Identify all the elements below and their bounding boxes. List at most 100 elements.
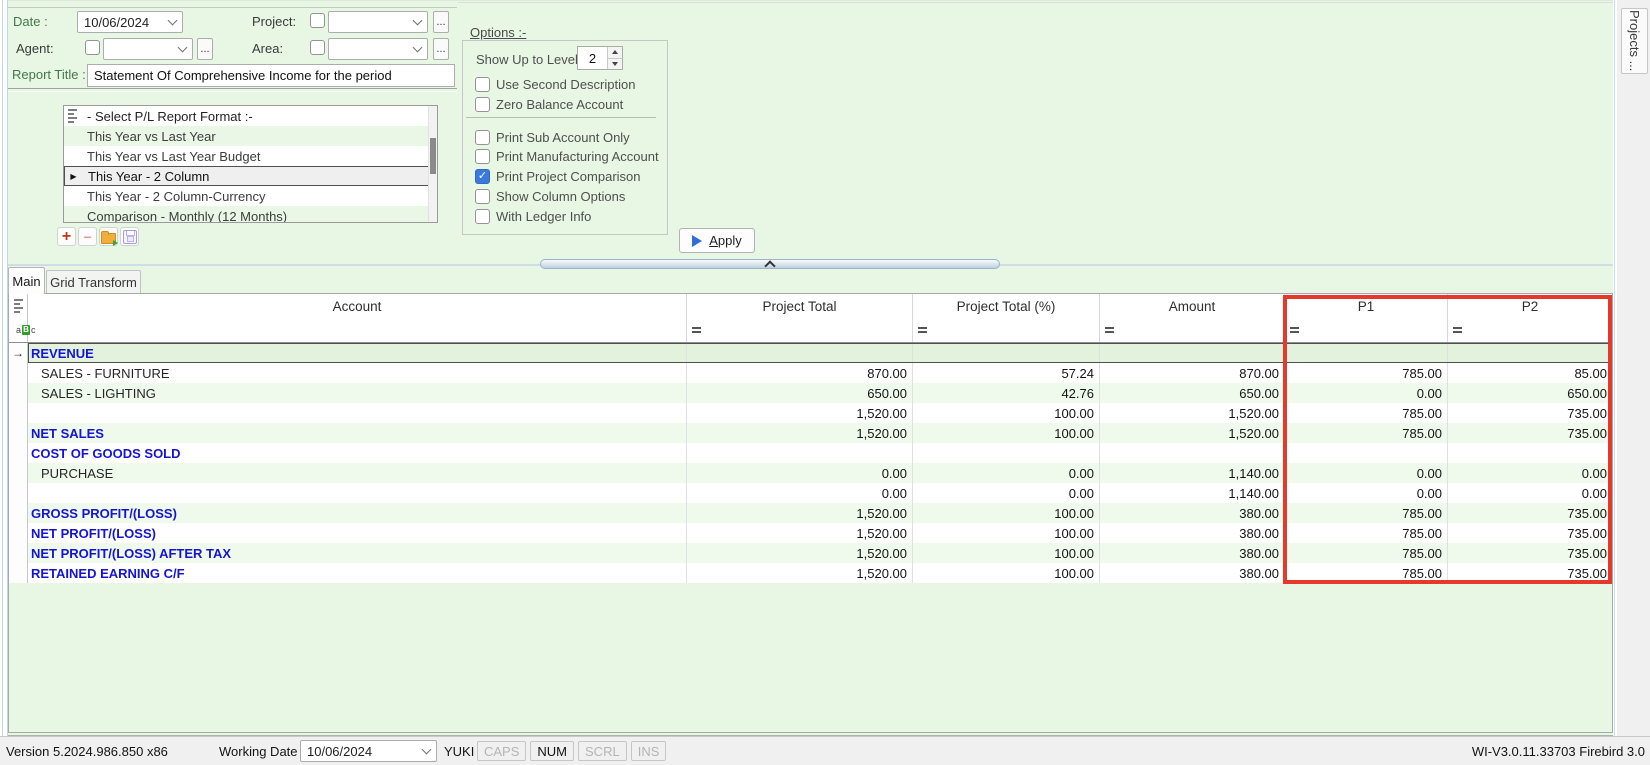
checkbox[interactable] xyxy=(475,77,490,92)
option-label[interactable]: Zero Balance Account xyxy=(496,97,623,112)
value-cell[interactable]: 0.00 xyxy=(687,463,913,483)
column-header-project-total-[interactable]: Project Total (%) xyxy=(913,294,1100,318)
checkbox[interactable] xyxy=(475,130,490,145)
option-label[interactable]: With Ledger Info xyxy=(496,209,591,224)
account-cell[interactable]: SALES - LIGHTING xyxy=(28,383,687,403)
value-cell[interactable]: 0.00 xyxy=(913,463,1100,483)
value-cell[interactable]: 100.00 xyxy=(913,503,1100,523)
table-row[interactable]: PURCHASE0.000.001,140.000.000.00 xyxy=(9,463,1612,483)
filter-cell[interactable] xyxy=(1448,318,1612,342)
value-cell[interactable]: 380.00 xyxy=(1100,543,1285,563)
value-cell[interactable]: 870.00 xyxy=(1100,363,1285,383)
spin-down-button[interactable] xyxy=(608,59,622,70)
value-cell[interactable] xyxy=(913,343,1100,363)
column-header-project-total[interactable]: Project Total xyxy=(687,294,913,318)
column-header-amount[interactable]: Amount xyxy=(1100,294,1285,318)
value-cell[interactable]: 650.00 xyxy=(687,383,913,403)
value-cell[interactable]: 735.00 xyxy=(1448,423,1612,443)
value-cell[interactable]: 100.00 xyxy=(913,563,1100,583)
format-list-item[interactable]: This Year - 2 Column-Currency xyxy=(64,186,437,206)
value-cell[interactable]: 1,140.00 xyxy=(1100,463,1285,483)
value-cell[interactable]: 380.00 xyxy=(1100,503,1285,523)
value-cell[interactable]: 735.00 xyxy=(1448,503,1612,523)
agent-select[interactable] xyxy=(103,38,193,60)
open-format-button[interactable] xyxy=(99,227,118,246)
value-cell[interactable]: 650.00 xyxy=(1448,383,1612,403)
value-cell[interactable]: 0.00 xyxy=(687,483,913,503)
value-cell[interactable]: 870.00 xyxy=(687,363,913,383)
filter-cell[interactable] xyxy=(28,318,687,342)
option-label[interactable]: Print Sub Account Only xyxy=(496,130,630,145)
value-cell[interactable]: 785.00 xyxy=(1285,423,1448,443)
filter-cell[interactable] xyxy=(913,318,1100,342)
table-row[interactable]: →REVENUE xyxy=(9,343,1612,363)
checkbox[interactable] xyxy=(475,189,490,204)
value-cell[interactable] xyxy=(913,443,1100,463)
value-cell[interactable] xyxy=(687,343,913,363)
agent-checkbox[interactable] xyxy=(85,40,100,55)
spin-up-button[interactable] xyxy=(608,47,622,59)
tab-main[interactable]: Main xyxy=(8,267,45,294)
value-cell[interactable]: 1,520.00 xyxy=(687,563,913,583)
table-row[interactable]: NET SALES1,520.00100.001,520.00785.00735… xyxy=(9,423,1612,443)
filter-equals-icon[interactable] xyxy=(692,327,701,333)
project-select[interactable] xyxy=(328,11,428,33)
format-list-item[interactable]: Comparison - Monthly (12 Months) xyxy=(64,206,437,223)
checkbox[interactable] xyxy=(475,209,490,224)
value-cell[interactable]: 785.00 xyxy=(1285,403,1448,423)
account-cell[interactable]: NET SALES xyxy=(28,423,687,443)
table-row[interactable]: SALES - FURNITURE870.0057.24870.00785.00… xyxy=(9,363,1612,383)
value-cell[interactable]: 1,520.00 xyxy=(687,543,913,563)
table-row[interactable]: NET PROFIT/(LOSS)1,520.00100.00380.00785… xyxy=(9,523,1612,543)
value-cell[interactable]: 785.00 xyxy=(1285,563,1448,583)
area-browse-button[interactable]: ... xyxy=(433,38,449,60)
column-header-account[interactable]: Account xyxy=(28,294,687,318)
add-format-button[interactable]: + xyxy=(57,227,76,246)
value-cell[interactable]: 85.00 xyxy=(1448,363,1612,383)
value-cell[interactable]: 735.00 xyxy=(1448,563,1612,583)
format-list-item[interactable]: This Year vs Last Year Budget xyxy=(64,146,437,166)
list-scrollbar[interactable] xyxy=(428,106,437,222)
remove-format-button[interactable]: − xyxy=(78,227,97,246)
date-select[interactable]: 10/06/2024 xyxy=(77,11,183,33)
value-cell[interactable]: 1,140.00 xyxy=(1100,483,1285,503)
account-cell[interactable]: NET PROFIT/(LOSS) AFTER TAX xyxy=(28,543,687,563)
value-cell[interactable]: 100.00 xyxy=(913,403,1100,423)
account-cell[interactable]: REVENUE xyxy=(28,343,687,363)
value-cell[interactable]: 0.00 xyxy=(1285,383,1448,403)
filter-equals-icon[interactable] xyxy=(1290,327,1299,333)
value-cell[interactable]: 785.00 xyxy=(1285,523,1448,543)
value-cell[interactable] xyxy=(1285,343,1448,363)
value-cell[interactable]: 785.00 xyxy=(1285,543,1448,563)
checkbox[interactable]: ✓ xyxy=(475,169,490,184)
account-cell[interactable]: RETAINED EARNING C/F xyxy=(28,563,687,583)
table-row[interactable]: 1,520.00100.001,520.00785.00735.00 xyxy=(9,403,1612,423)
column-header-p1[interactable]: P1 xyxy=(1285,294,1448,318)
filter-cell[interactable] xyxy=(1285,318,1448,342)
scrollbar-thumb[interactable] xyxy=(430,138,436,174)
value-cell[interactable]: 380.00 xyxy=(1100,563,1285,583)
area-select[interactable] xyxy=(328,38,428,60)
option-label[interactable]: Print Project Comparison xyxy=(496,169,641,184)
account-cell[interactable]: NET PROFIT/(LOSS) xyxy=(28,523,687,543)
table-row[interactable]: NET PROFIT/(LOSS) AFTER TAX1,520.00100.0… xyxy=(9,543,1612,563)
value-cell[interactable]: 1,520.00 xyxy=(687,403,913,423)
filter-equals-icon[interactable] xyxy=(1453,327,1462,333)
account-cell[interactable] xyxy=(28,483,687,503)
table-row[interactable]: SALES - LIGHTING650.0042.76650.000.00650… xyxy=(9,383,1612,403)
format-list-item[interactable]: ▶This Year - 2 Column xyxy=(64,166,437,186)
value-cell[interactable]: 380.00 xyxy=(1100,523,1285,543)
show-level-spinner[interactable]: 2 xyxy=(577,46,623,70)
column-header-p2[interactable]: P2 xyxy=(1448,294,1612,318)
value-cell[interactable] xyxy=(1100,343,1285,363)
report-title-input[interactable] xyxy=(87,64,455,87)
value-cell[interactable]: 1,520.00 xyxy=(687,423,913,443)
value-cell[interactable] xyxy=(1448,343,1612,363)
format-list-item[interactable]: This Year vs Last Year xyxy=(64,126,437,146)
report-format-list[interactable]: - Select P/L Report Format :- This Year … xyxy=(63,105,438,223)
value-cell[interactable] xyxy=(1100,443,1285,463)
value-cell[interactable]: 100.00 xyxy=(913,423,1100,443)
area-checkbox[interactable] xyxy=(310,40,325,55)
option-label[interactable]: Print Manufacturing Account xyxy=(496,149,659,164)
save-format-button[interactable] xyxy=(120,227,139,246)
